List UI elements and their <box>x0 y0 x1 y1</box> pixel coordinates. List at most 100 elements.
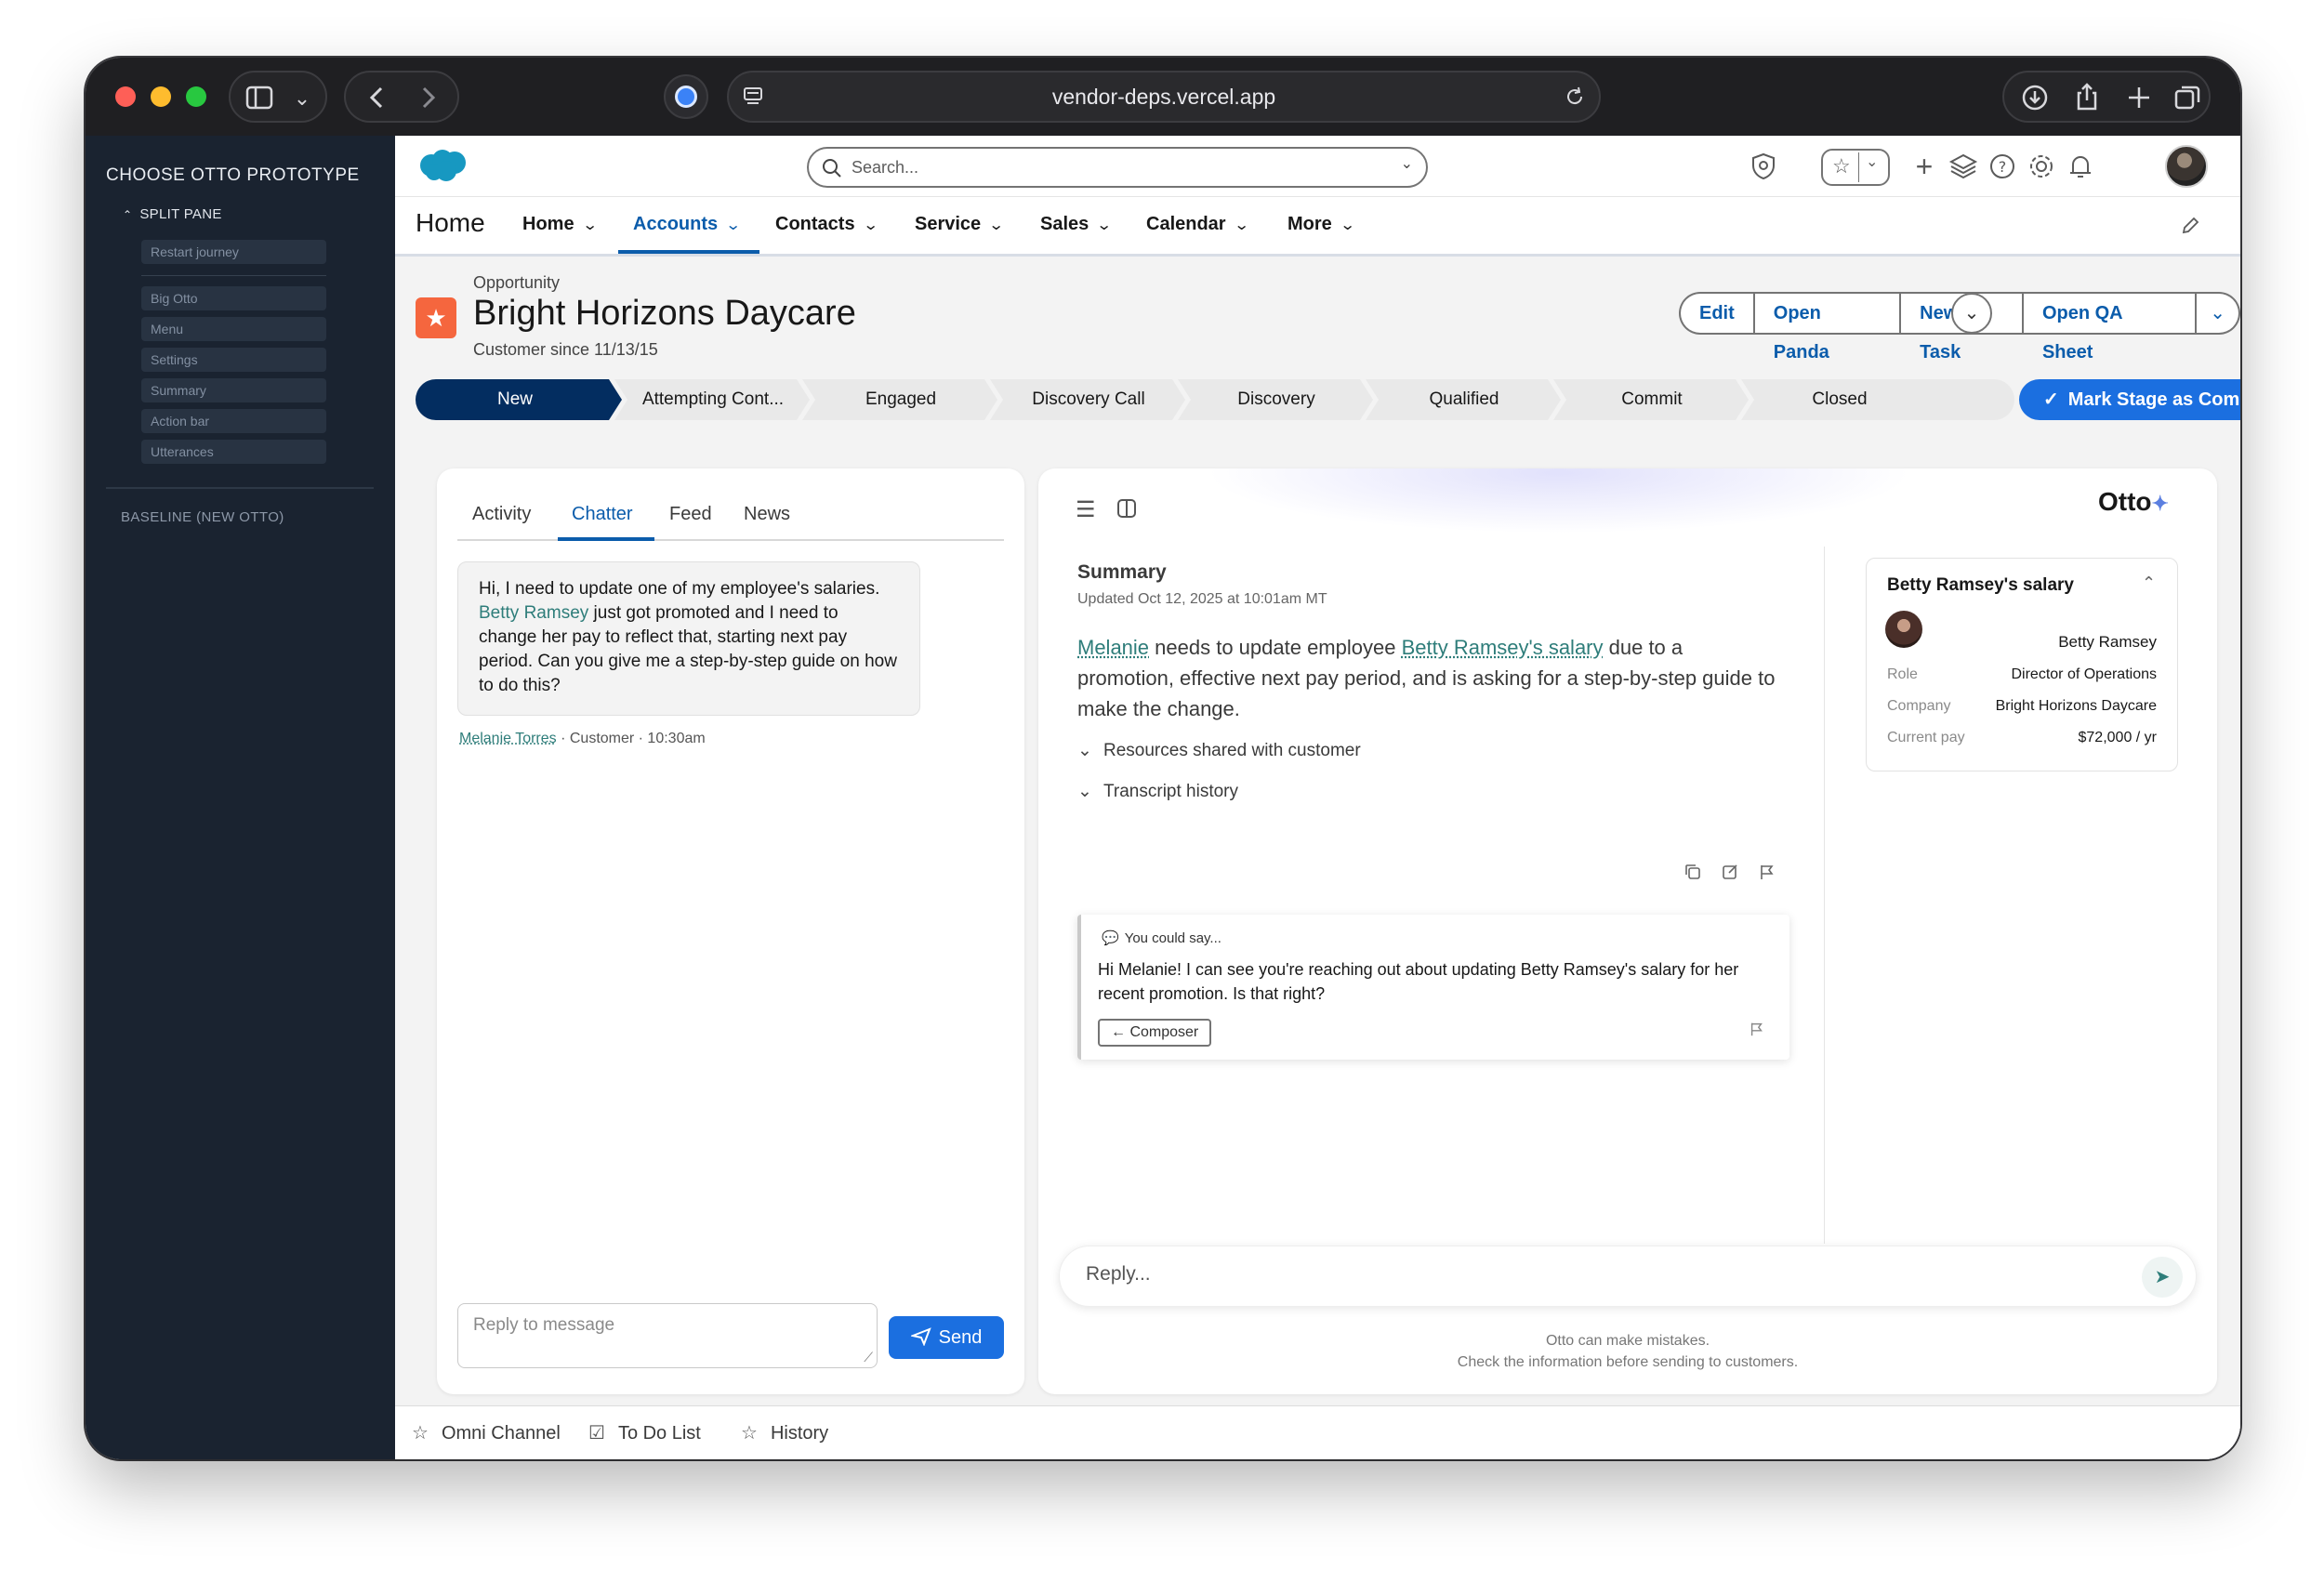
global-search[interactable]: Search... ⌄ <box>807 147 1428 188</box>
send-button[interactable]: Send <box>889 1316 1004 1359</box>
stage-label: Commit <box>1621 389 1683 409</box>
forward-icon[interactable] <box>416 86 439 110</box>
edit-nav-icon[interactable] <box>2180 216 2200 236</box>
reply-input[interactable]: Reply to message ⟋ <box>457 1303 878 1368</box>
utility-history[interactable]: ☆ History <box>741 1421 828 1444</box>
send-icon[interactable]: ➤ <box>2142 1257 2183 1298</box>
row-key: Company <box>1887 698 1951 714</box>
proto-item-utterances[interactable]: Utterances <box>141 440 326 464</box>
resources-accordion[interactable]: ⌄ Resources shared with customer <box>1077 740 1361 761</box>
flag-icon[interactable] <box>1749 1021 1765 1037</box>
utility-label: Omni Channel <box>441 1423 561 1444</box>
zoom-window-button[interactable] <box>186 86 206 107</box>
proto-divider <box>141 275 326 276</box>
split-pane-section[interactable]: ⌃ SPLIT PANE <box>123 206 222 222</box>
split-view-icon[interactable] <box>1116 498 1137 519</box>
chevron-down-icon[interactable]: ⌄ <box>288 73 316 125</box>
salary-card: Betty Ramsey's salary ⌃ Betty Ramsey Rol… <box>1866 558 2178 771</box>
address-bar[interactable]: vendor-deps.vercel.app <box>727 71 1601 123</box>
bell-icon[interactable] <box>2065 151 2096 182</box>
nav-item-service[interactable]: Service ⌄ <box>915 214 1005 235</box>
copy-icon[interactable] <box>1684 863 1702 881</box>
nav-item-sales[interactable]: Sales ⌄ <box>1040 214 1113 235</box>
chevron-down-icon[interactable]: ⌄ <box>1340 216 1355 234</box>
chevron-down-icon[interactable]: ⌄ <box>725 216 741 234</box>
tab-chatter[interactable]: Chatter <box>572 504 633 525</box>
reload-icon[interactable] <box>1564 86 1586 108</box>
add-icon[interactable]: + <box>1908 151 1940 182</box>
edit-button[interactable]: Edit <box>1679 292 1754 335</box>
author-link[interactable]: Melanie Torres <box>459 731 557 746</box>
new-tab-icon[interactable] <box>2125 84 2153 112</box>
utility-todo-list[interactable]: ☑ To Do List <box>588 1421 701 1444</box>
chevron-up-icon[interactable]: ⌃ <box>2142 574 2156 593</box>
stage-label: New <box>496 389 533 409</box>
proto-item-summary[interactable]: Summary <box>141 378 326 402</box>
shield-icon[interactable] <box>1748 151 1779 182</box>
minimize-window-button[interactable] <box>151 86 171 107</box>
nav-item-calendar[interactable]: Calendar ⌄ <box>1146 214 1249 235</box>
baseline-option[interactable]: BASELINE (NEW OTTO) <box>121 509 284 525</box>
record-menu-button[interactable]: ⌄ <box>1951 293 1992 334</box>
gear-icon[interactable] <box>2026 151 2057 182</box>
user-avatar[interactable] <box>2165 145 2208 188</box>
sidebar-icon[interactable] <box>245 86 273 110</box>
customer-link[interactable]: Melanie <box>1077 636 1149 659</box>
favorites-button[interactable]: ☆ ⌄ <box>1821 149 1890 186</box>
summary-text: Melanie needs to update employee Betty R… <box>1077 632 1784 724</box>
send-to-composer-button[interactable]: ← Composer <box>1098 1019 1212 1047</box>
chevron-down-icon[interactable]: ⌄ <box>1866 152 1878 171</box>
header-glow <box>1206 468 1912 534</box>
restart-journey-button[interactable]: Restart journey <box>141 240 326 264</box>
nav-item-accounts[interactable]: Accounts ⌄ <box>633 214 742 235</box>
flag-icon[interactable] <box>1758 863 1776 881</box>
stage-label: Discovery Call <box>1032 389 1145 409</box>
open-panda-button[interactable]: Open Panda <box>1753 292 1901 363</box>
proto-item-menu[interactable]: Menu <box>141 317 326 341</box>
tab-feed[interactable]: Feed <box>669 504 712 525</box>
open-qa-sheet-button[interactable]: Open QA Sheet <box>2022 292 2197 363</box>
utility-omni-channel[interactable]: ☆ Omni Channel <box>412 1421 561 1444</box>
help-icon[interactable]: ? <box>1987 151 2018 182</box>
mark-stage-complete-button[interactable]: ✓ Mark Stage as Complete <box>2019 379 2240 420</box>
password-manager-icon[interactable] <box>664 74 708 119</box>
resize-handle-icon[interactable]: ⟋ <box>864 1350 873 1365</box>
tab-overview-icon[interactable] <box>2173 84 2201 112</box>
chevron-down-icon[interactable]: ⌄ <box>1096 216 1112 234</box>
tab-activity[interactable]: Activity <box>472 504 531 525</box>
salary-link[interactable]: Betty Ramsey's salary <box>1402 636 1604 659</box>
nav-item-home[interactable]: Home ⌄ <box>522 214 598 235</box>
tab-news[interactable]: News <box>744 504 790 525</box>
chevron-down-icon[interactable]: ⌄ <box>1234 216 1249 234</box>
menu-icon[interactable]: ☰ <box>1076 496 1096 523</box>
star-icon: ☆ <box>412 1423 429 1444</box>
mention-link[interactable]: Betty Ramsey <box>479 603 588 623</box>
activity-panel: Activity Chatter Feed News Hi, I need to… <box>437 468 1024 1394</box>
share-icon[interactable] <box>2073 82 2101 112</box>
star-icon[interactable]: ☆ <box>1832 154 1851 178</box>
proto-item-action-bar[interactable]: Action bar <box>141 409 326 433</box>
row-key: Role <box>1887 666 1918 682</box>
chevron-down-icon[interactable]: ⌄ <box>863 216 878 234</box>
downloads-icon[interactable] <box>2021 84 2049 112</box>
proto-item-big-otto[interactable]: Big Otto <box>141 286 326 310</box>
chevron-down-icon[interactable]: ⌄ <box>988 216 1004 234</box>
more-actions-button[interactable]: ⌄ <box>2196 292 2240 335</box>
edit-icon[interactable] <box>1721 863 1739 881</box>
close-window-button[interactable] <box>115 86 136 107</box>
prototype-panel: CHOOSE OTTO PROTOTYPE ⌃ SPLIT PANE Restar… <box>86 136 395 1459</box>
chevron-down-icon[interactable]: ⌄ <box>582 216 598 234</box>
back-icon[interactable] <box>366 86 389 110</box>
layers-icon[interactable] <box>1948 151 1979 182</box>
chevron-down-icon[interactable]: ⌄ <box>1401 154 1413 173</box>
nav-item-label: Contacts <box>775 214 855 234</box>
nav-item-contacts[interactable]: Contacts ⌄ <box>775 214 878 235</box>
transcript-accordion[interactable]: ⌄ Transcript history <box>1077 781 1238 802</box>
proto-item-settings[interactable]: Settings <box>141 348 326 372</box>
suggested-reply-text[interactable]: Hi Melanie! I can see you're reaching ou… <box>1098 957 1767 1006</box>
salesforce-logo[interactable] <box>416 147 471 184</box>
nav-item-more[interactable]: More ⌄ <box>1287 214 1355 235</box>
sidebar-toggle-group[interactable]: ⌄ <box>229 71 327 123</box>
otto-reply-input[interactable]: Reply... ➤ <box>1059 1246 2197 1307</box>
url-text[interactable]: vendor-deps.vercel.app <box>729 73 1599 121</box>
